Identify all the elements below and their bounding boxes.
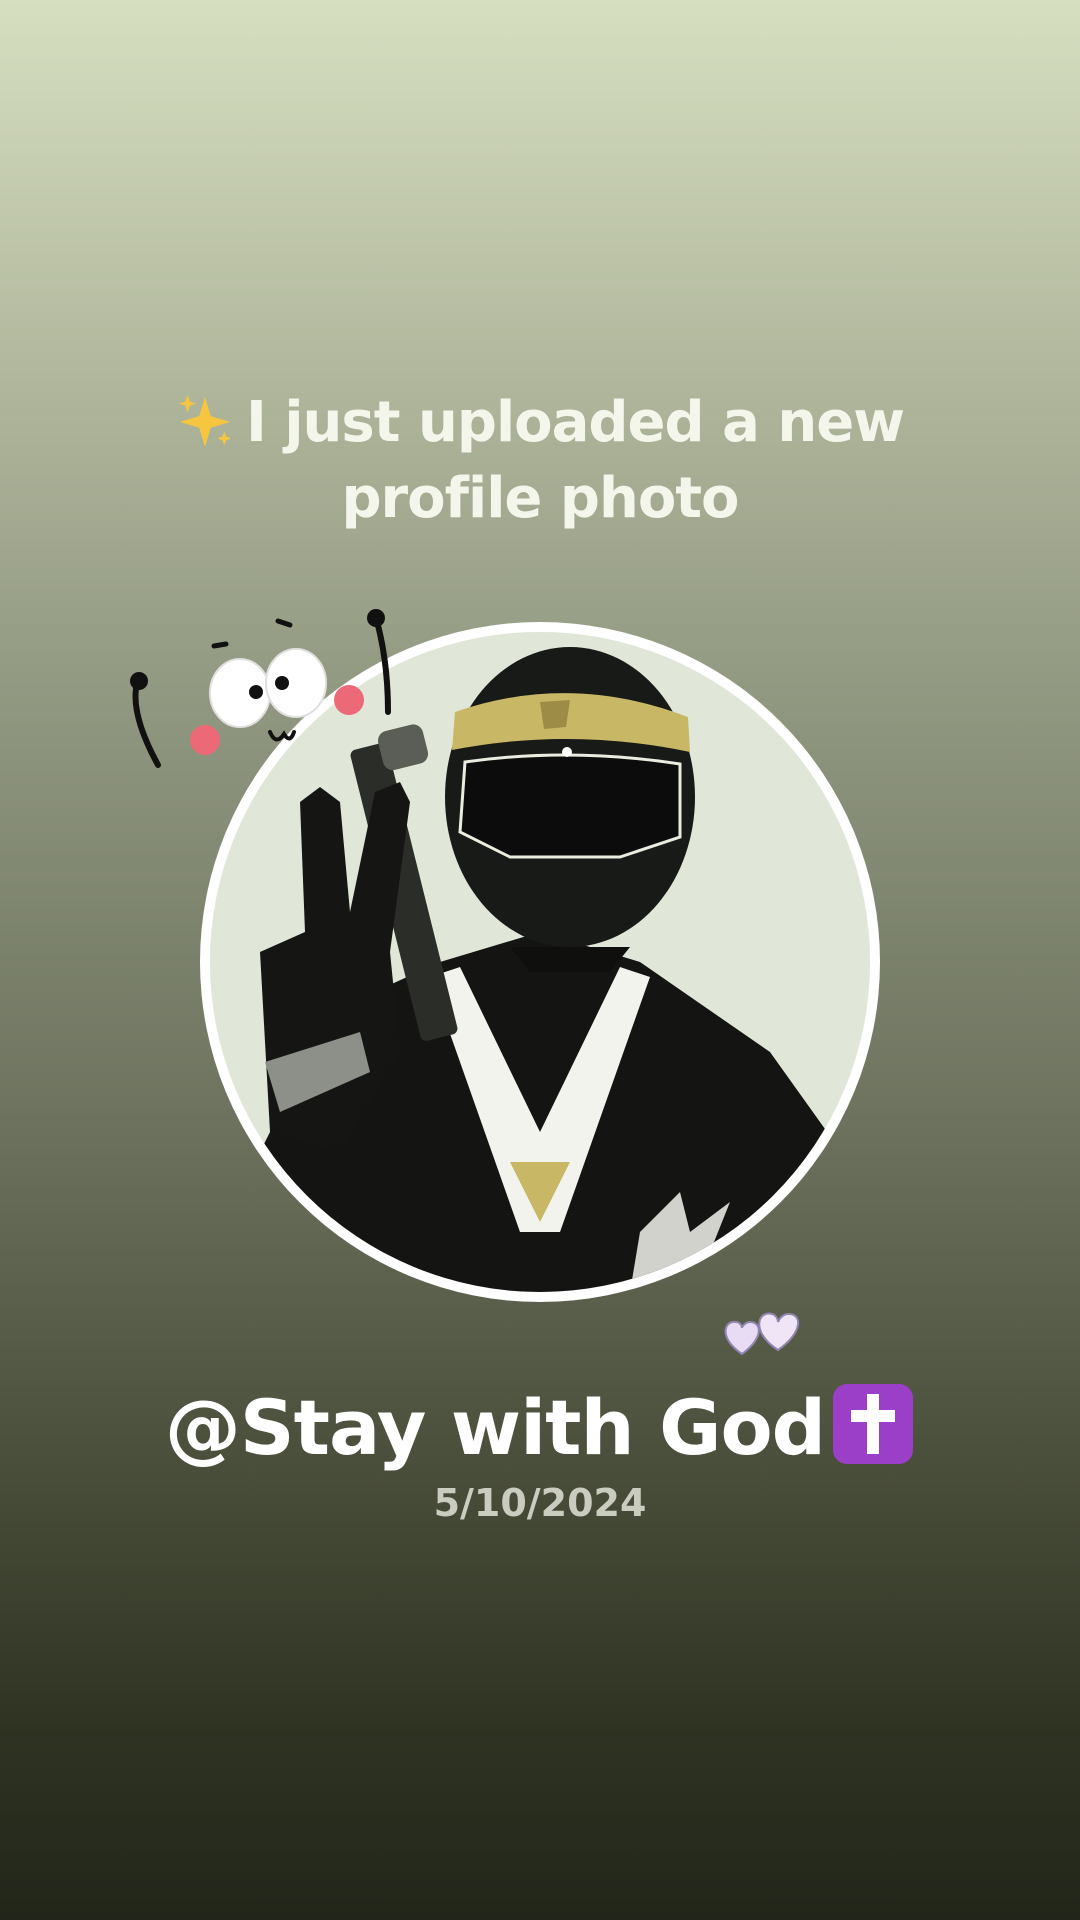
headline-text-2: profile photo [341, 466, 739, 531]
hearts-icon [724, 1312, 800, 1356]
headline-line-1: I just uploaded a new [0, 385, 1080, 461]
upload-announcement: I just uploaded a new profile photo [0, 385, 1080, 537]
upload-date: 5/10/2024 [433, 1481, 647, 1525]
profile-username: @Stay with God [0, 1378, 1080, 1478]
headline-text-1: I just uploaded a new [246, 390, 905, 455]
username-text: @Stay with God [164, 1383, 826, 1472]
sparkles-icon [178, 394, 232, 448]
cartoon-face-doodle [130, 609, 391, 768]
latin-cross-icon [833, 1384, 914, 1464]
